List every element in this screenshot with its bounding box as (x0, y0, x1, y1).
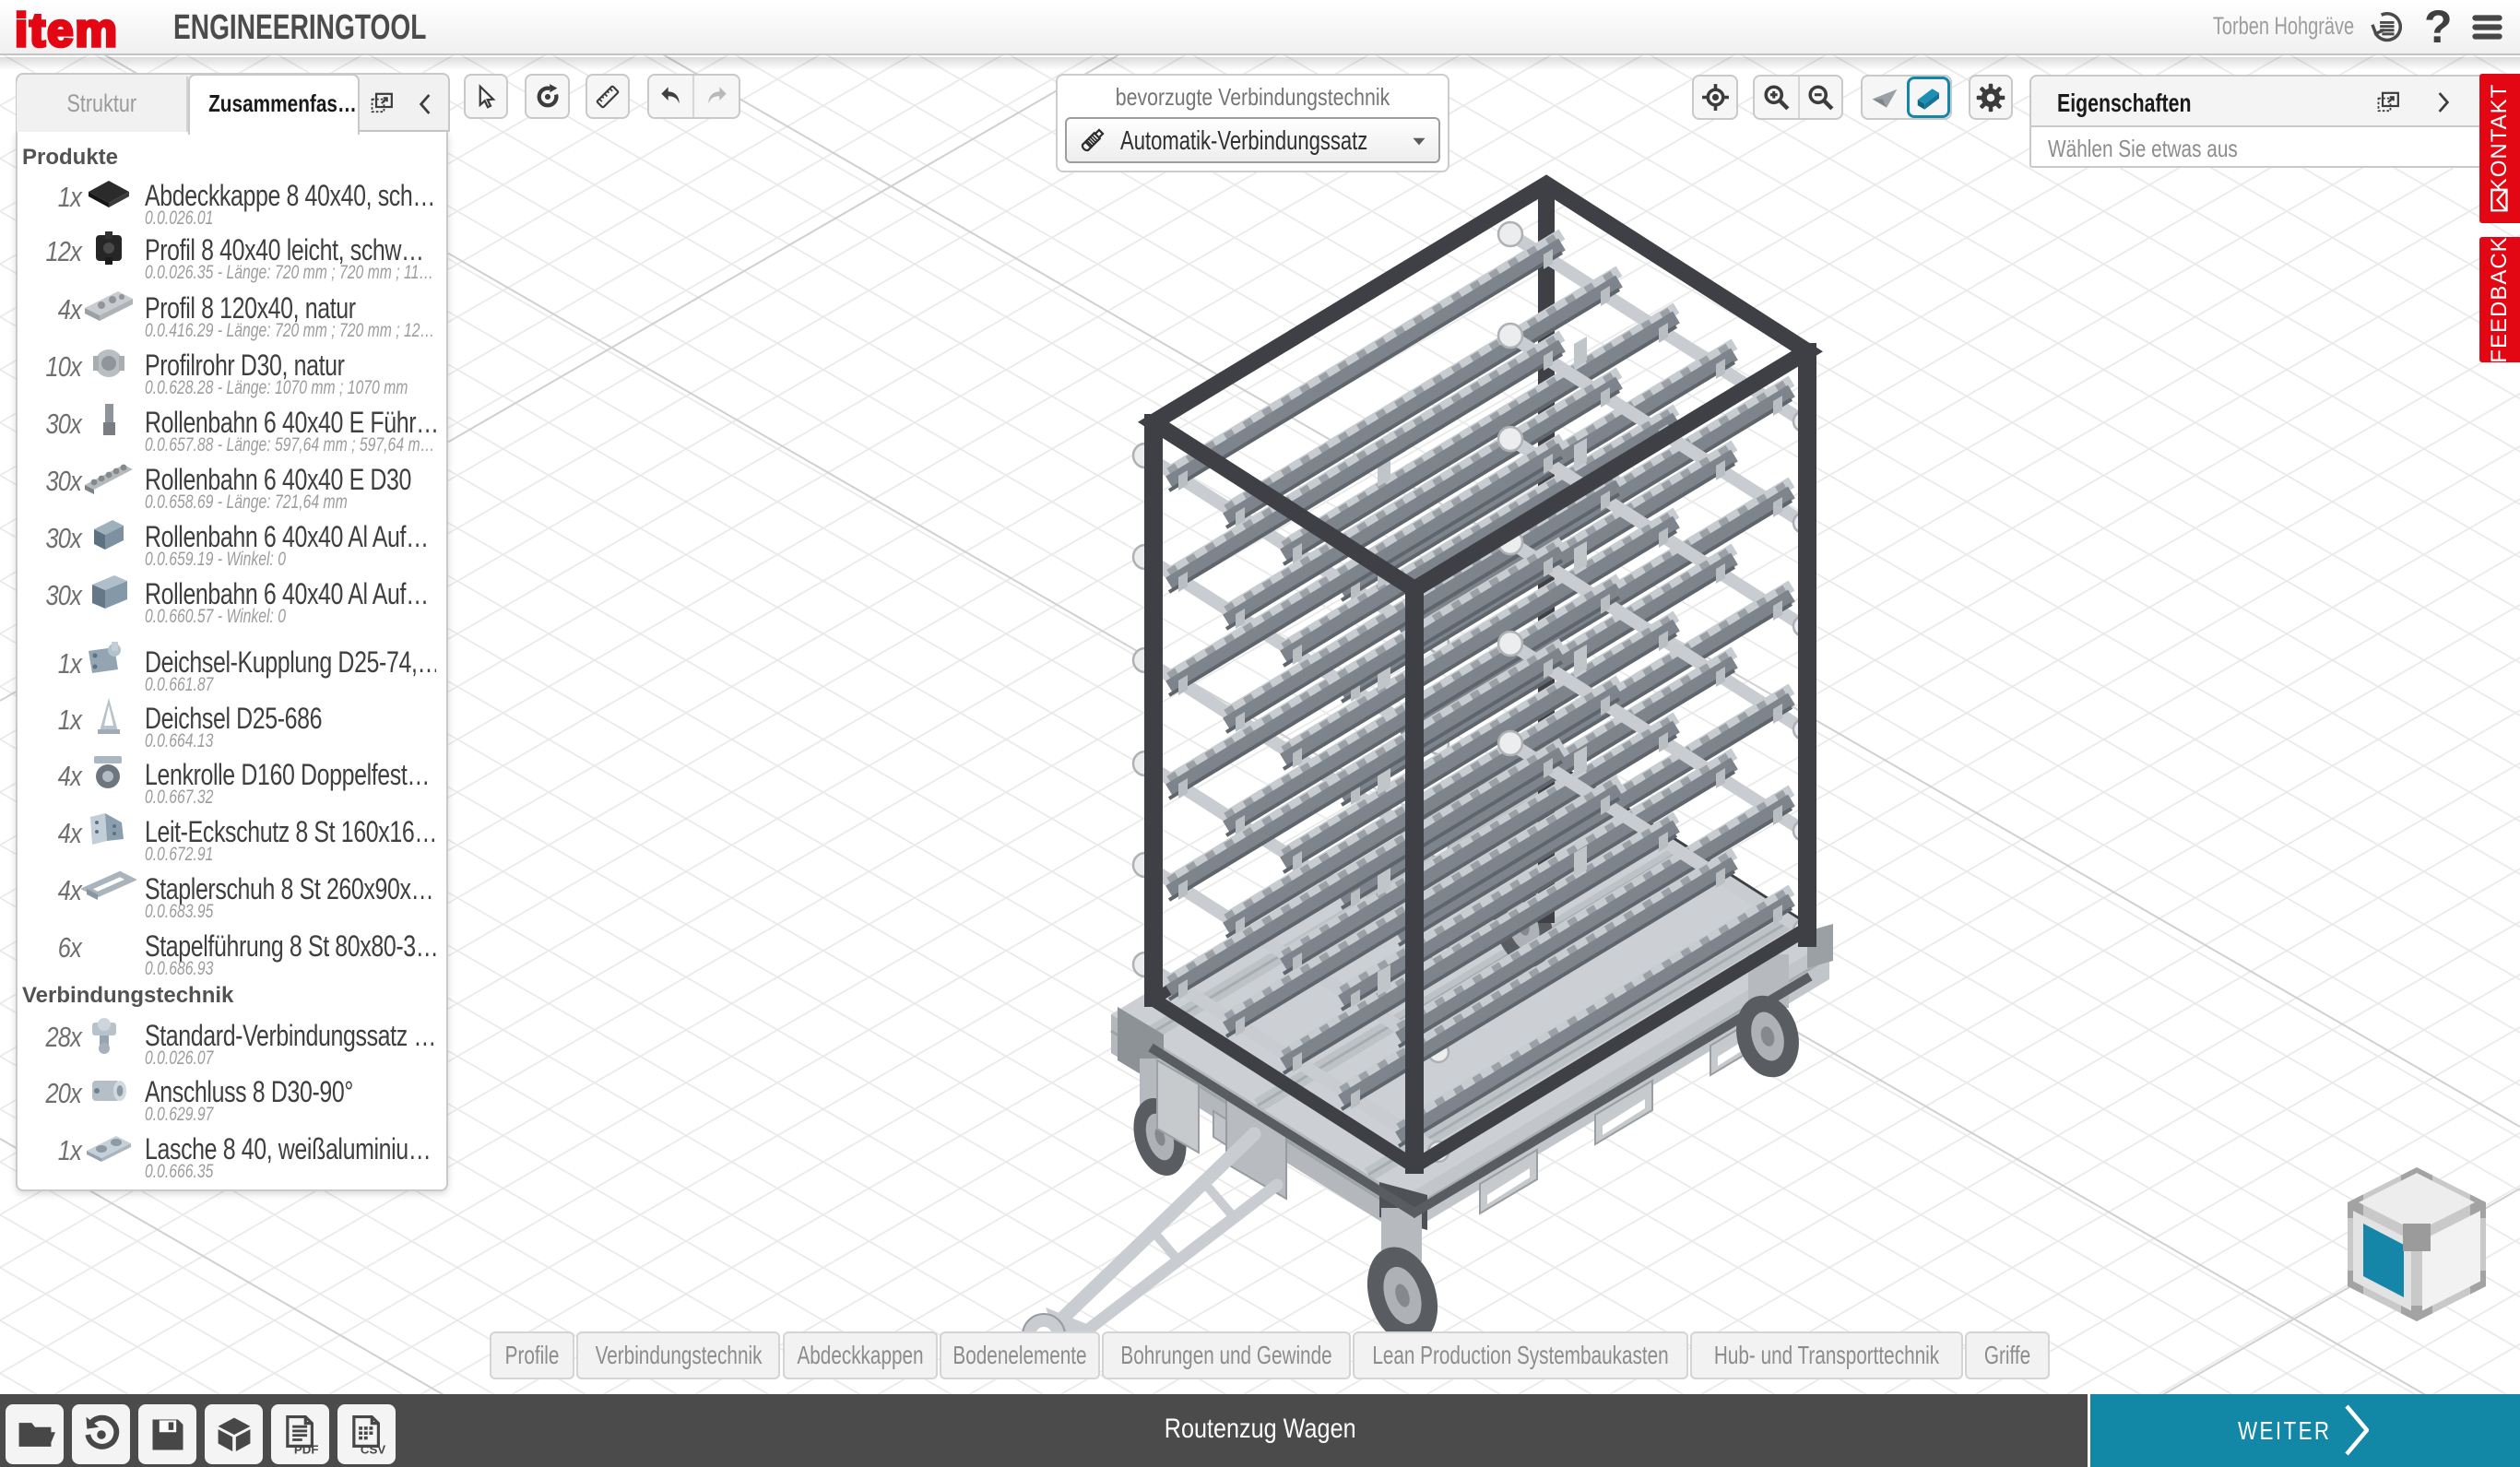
svg-text:CSV: CSV (360, 1442, 385, 1456)
svg-text:PDF: PDF (293, 1442, 318, 1456)
